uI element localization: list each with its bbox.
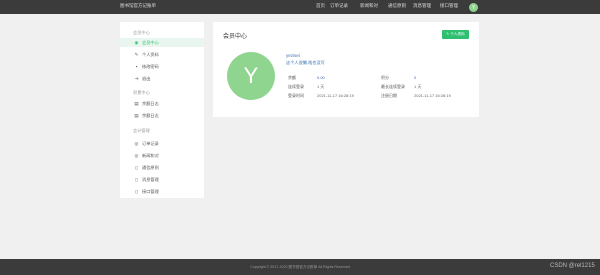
sidebar-group-title: 会计管理	[133, 128, 150, 133]
sidebar-group-title: 会员中心	[133, 30, 150, 35]
sidebar-item-balance-log[interactable]: ▤ 余额日志	[120, 99, 204, 108]
sidebar-item-label: 退出	[142, 75, 151, 81]
list-icon: ▤	[134, 112, 139, 118]
points-value: 0	[414, 75, 417, 80]
sidebar-item-label: 新闻和对	[142, 152, 159, 158]
sidebar-item-balance-log-2[interactable]: ▤ 余额日志	[120, 111, 204, 120]
user-intro: 这个人很懒,啥也没写	[286, 60, 325, 65]
brand-logo-text[interactable]: 图书馆官方记账单	[120, 3, 156, 9]
watermark-text: CSDN @rel1215	[550, 263, 595, 269]
edit-icon: ✎	[134, 51, 139, 57]
sidebar-item-logout[interactable]: ⇥ 退出	[120, 74, 204, 83]
sidebar-item-label: 订单记录	[142, 140, 159, 146]
top-navbar: 图书馆官方记账单 首页 订单记录 新闻和对 通信原则 消息管理 接口管理 Y	[0, 0, 600, 14]
sidebar: 会员中心 ◉ 会员中心 ✎ 个人资料 ▪ 修改密码 ⇥ 退出 积累中心 ▤ 余额…	[120, 22, 204, 198]
register-value: 2021-11-17 16:28:19	[414, 93, 451, 98]
record-icon: ◎	[134, 140, 139, 146]
lock-icon: ▪	[135, 64, 138, 69]
doc-icon: ▯	[135, 164, 138, 170]
profile-avatar: Y	[227, 52, 275, 100]
edit-profile-button[interactable]: ✎ 个人资料	[442, 30, 469, 39]
sidebar-item-label: 接口管理	[142, 188, 159, 194]
user-avatar[interactable]: Y	[469, 3, 478, 12]
sidebar-item-label: 会员中心	[142, 39, 159, 45]
last-login-value: 2021-11-17 16:28:19	[317, 93, 354, 98]
sidebar-item-profile[interactable]: ✎ 个人资料	[120, 50, 204, 59]
sidebar-item-member-center[interactable]: ◉ 会员中心	[120, 38, 204, 47]
nav-item-home[interactable]: 首页	[316, 3, 325, 9]
sidebar-item-messages[interactable]: ▯ 消息管理	[120, 175, 204, 184]
sidebar-item-label: 修改密码	[142, 63, 159, 69]
sidebar-item-news[interactable]: ◎ 新闻和对	[120, 151, 204, 160]
last-login-label: 登录时间	[288, 93, 304, 98]
page-title: 会员中心	[223, 34, 248, 40]
username[interactable]: yezisei	[286, 53, 300, 58]
nav-item-comm[interactable]: 通信原则	[388, 3, 406, 9]
max-login-value: 1 天	[414, 84, 422, 89]
nav-item-news[interactable]: 新闻和对	[360, 3, 378, 9]
sidebar-item-label: 个人资料	[142, 51, 159, 57]
nav-item-orders[interactable]: 订单记录	[330, 3, 348, 9]
nav-item-api[interactable]: 接口管理	[440, 3, 458, 9]
points-label: 积分	[381, 75, 389, 80]
balance-label: 余额	[288, 75, 296, 80]
sidebar-item-label: 余额日志	[142, 112, 159, 118]
sidebar-item-label: 余额日志	[142, 100, 159, 106]
sidebar-item-change-password[interactable]: ▪ 修改密码	[120, 62, 204, 71]
login-value: 1 天	[317, 84, 325, 89]
balance-value: 0.00	[317, 75, 325, 80]
sidebar-item-label: 通信原则	[142, 164, 159, 170]
copyright-text: Copyright © 2017-2020 图书馆官方记账单 All Right…	[250, 265, 350, 269]
news-icon: ◎	[134, 152, 139, 158]
doc-icon: ▯	[135, 188, 138, 194]
sidebar-item-comm[interactable]: ▯ 通信原则	[120, 163, 204, 172]
sidebar-item-label: 消息管理	[142, 176, 159, 182]
register-label: 注册日期	[381, 93, 397, 98]
member-center-panel: 会员中心 ✎ 个人资料 Y yezisei 这个人很懒,啥也没写 余额 0.00…	[213, 22, 479, 117]
logout-icon: ⇥	[134, 75, 139, 81]
nav-item-messages[interactable]: 消息管理	[413, 3, 431, 9]
sidebar-item-api[interactable]: ▯ 接口管理	[120, 187, 204, 196]
sidebar-item-order-records[interactable]: ◎ 订单记录	[120, 139, 204, 148]
user-circle-icon: ◉	[134, 39, 139, 45]
login-label: 连续登录	[288, 84, 304, 89]
sidebar-group-title: 积累中心	[133, 90, 150, 95]
doc-icon: ▯	[135, 176, 138, 182]
max-login-label: 最长连续登录	[381, 84, 405, 89]
list-icon: ▤	[134, 100, 139, 106]
footer: Copyright © 2017-2020 图书馆官方记账单 All Right…	[0, 259, 600, 275]
